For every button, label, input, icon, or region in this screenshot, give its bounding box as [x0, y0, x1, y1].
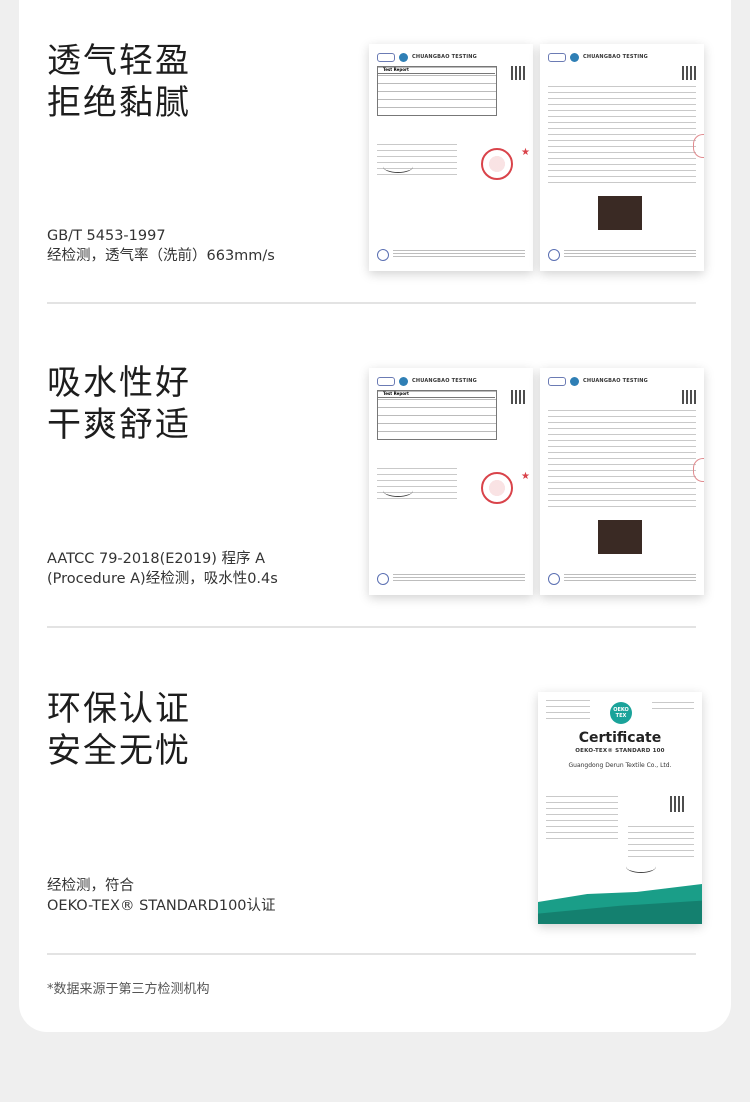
- divider: [47, 302, 696, 304]
- section-3-headline-line1: 环保认证: [47, 689, 191, 729]
- seal-icon: [377, 573, 389, 585]
- qr-code-icon: [511, 390, 525, 404]
- section-1-headline-line2: 拒绝黏腻: [47, 83, 191, 123]
- accreditation-logo-icon: [548, 376, 566, 386]
- qr-code-icon: [511, 66, 525, 80]
- lab-name: CHUANGBAO TESTING: [412, 54, 477, 60]
- section-1-detail: GB/T 5453-1997 经检测，透气率（洗前）663mm/s: [47, 226, 275, 266]
- lab-stamp: [481, 148, 513, 180]
- lab-logo-icon: [570, 376, 579, 386]
- content-card: 透气轻盈 拒绝黏腻 GB/T 5453-1997 经检测，透气率（洗前）663m…: [19, 0, 731, 1032]
- section-2-detail-line1: AATCC 79-2018(E2019) 程序 A: [47, 551, 266, 567]
- certificate-body-lines: [628, 822, 694, 862]
- section-1-headline: 透气轻盈 拒绝黏腻: [47, 40, 191, 124]
- divider: [47, 953, 696, 955]
- section-3-detail: 经检测，符合 OEKO-TEX® STANDARD100认证: [47, 876, 276, 916]
- star-icon: ★: [521, 147, 530, 158]
- test-report-image: CHUANGBAO TESTING: [540, 368, 704, 595]
- report-footer-lines: [393, 573, 525, 583]
- qr-code-icon: [670, 796, 686, 812]
- signature: [383, 484, 413, 497]
- certificate-body-lines: [546, 792, 618, 844]
- oeko-tex-badge: OEKO TEX: [610, 702, 632, 724]
- report-header: CHUANGBAO TESTING: [548, 374, 696, 388]
- test-report-image: CHUANGBAO TESTING Test Report ★: [369, 368, 533, 595]
- report-footer-lines: [564, 249, 696, 259]
- stamp-edge: [693, 134, 704, 158]
- report-header: CHUANGBAO TESTING: [377, 50, 525, 64]
- signature: [383, 160, 413, 173]
- report-header: CHUANGBAO TESTING: [377, 374, 525, 388]
- report-footer-lines: [564, 573, 696, 583]
- report-header: CHUANGBAO TESTING: [548, 50, 696, 64]
- seal-icon: [548, 573, 560, 585]
- fabric-swatch: [598, 520, 642, 554]
- section-2-headline-line2: 干爽舒适: [47, 405, 191, 445]
- divider: [47, 626, 696, 628]
- accreditation-logo-icon: [548, 52, 566, 62]
- lab-name: CHUANGBAO TESTING: [583, 54, 648, 60]
- qr-code-icon: [682, 390, 696, 404]
- report-title: Test Report: [377, 390, 495, 398]
- certificate-title: Certificate: [578, 730, 662, 746]
- lab-logo-icon: [570, 52, 579, 62]
- section-1-headline-line1: 透气轻盈: [47, 41, 191, 81]
- section-3-headline-line2: 安全无忧: [47, 731, 191, 771]
- section-3-detail-line2: OEKO-TEX® STANDARD100认证: [47, 898, 276, 914]
- section-1-detail-line1: GB/T 5453-1997: [47, 228, 166, 244]
- report-title: Test Report: [377, 66, 495, 74]
- signature: [626, 860, 656, 873]
- accreditation-logo-icon: [377, 376, 395, 386]
- fabric-swatch: [598, 196, 642, 230]
- section-3-headline: 环保认证 安全无忧: [47, 688, 191, 772]
- certificate-company: Guangdong Derun Textile Co., Ltd.: [568, 762, 672, 769]
- lab-logo-icon: [399, 52, 408, 62]
- oeko-tex-certificate-image: OEKO TEX Certificate OEKO-TEX® STANDARD …: [538, 692, 702, 924]
- qr-code-icon: [682, 66, 696, 80]
- section-2-headline: 吸水性好 干爽舒适: [47, 362, 191, 446]
- lab-name: CHUANGBAO TESTING: [583, 378, 648, 384]
- star-icon: ★: [521, 471, 530, 482]
- section-3-detail-line1: 经检测，符合: [47, 878, 134, 894]
- data-source-footnote: *数据来源于第三方检测机构: [47, 982, 210, 997]
- seal-icon: [548, 249, 560, 261]
- seal-icon: [377, 249, 389, 261]
- section-2-detail-line2: (Procedure A)经检测，吸水性0.4s: [47, 571, 278, 587]
- test-report-image: CHUANGBAO TESTING: [540, 44, 704, 271]
- lab-logo-icon: [399, 376, 408, 386]
- section-1-detail-line2: 经检测，透气率（洗前）663mm/s: [47, 248, 275, 264]
- stamp-edge: [693, 458, 704, 482]
- certificate-header-lines: [652, 700, 694, 714]
- test-report-image: CHUANGBAO TESTING Test Report ★: [369, 44, 533, 271]
- certificate-header-lines: [546, 700, 590, 724]
- report-text-lines: [548, 408, 696, 512]
- lab-name: CHUANGBAO TESTING: [412, 378, 477, 384]
- lab-stamp: [481, 472, 513, 504]
- certificate-standard: OEKO-TEX® STANDARD 100: [575, 748, 665, 754]
- section-2-headline-line1: 吸水性好: [47, 363, 191, 403]
- report-text-lines: [548, 84, 696, 188]
- report-footer-lines: [393, 249, 525, 259]
- accreditation-logo-icon: [377, 52, 395, 62]
- section-2-detail: AATCC 79-2018(E2019) 程序 A (Procedure A)经…: [47, 549, 278, 589]
